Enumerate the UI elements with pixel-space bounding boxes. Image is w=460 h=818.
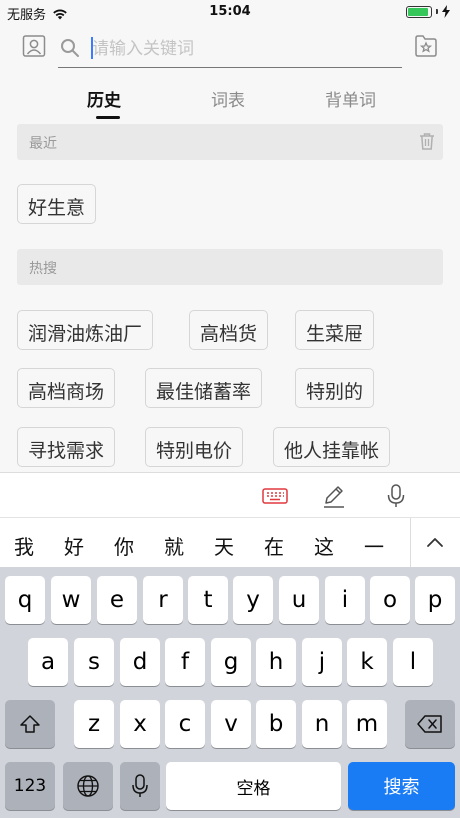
key-o[interactable]: o <box>370 576 410 624</box>
recent-chip[interactable]: 好生意 <box>17 184 97 224</box>
key-y[interactable]: y <box>233 576 273 624</box>
candidate-word[interactable]: 天 <box>214 531 234 560</box>
chevron-up-icon[interactable] <box>424 532 446 554</box>
key-f[interactable]: f <box>165 638 205 686</box>
search-box[interactable] <box>58 32 402 68</box>
candidate-bar: 我 好 你 就 天 在 这 一 <box>0 517 460 568</box>
tab-wordlist[interactable]: 词表 <box>211 86 245 111</box>
key-v[interactable]: v <box>211 700 251 748</box>
tab-active-indicator <box>96 116 120 119</box>
key-u[interactable]: u <box>279 576 319 624</box>
candidate-word[interactable]: 在 <box>264 531 284 560</box>
key-d[interactable]: d <box>120 638 160 686</box>
key-p[interactable]: p <box>415 576 455 624</box>
charging-icon <box>442 5 450 18</box>
hot-title: 热搜 <box>29 261 57 277</box>
hot-chip[interactable]: 最佳储蓄率 <box>145 368 263 408</box>
hot-chip[interactable]: 高档货 <box>189 310 269 350</box>
hot-section-header: 热搜 <box>17 249 443 285</box>
battery-icon <box>406 5 432 18</box>
key-i[interactable]: i <box>325 576 365 624</box>
key-m[interactable]: m <box>347 700 387 748</box>
search-icon <box>61 39 79 57</box>
candidate-word[interactable]: 这 <box>314 531 334 560</box>
shift-icon <box>20 715 40 733</box>
hot-chip[interactable]: 生菜屉 <box>295 310 375 350</box>
search-key[interactable]: 搜索 <box>348 762 455 810</box>
key-t[interactable]: t <box>188 576 228 624</box>
keyboard-icon[interactable] <box>262 483 288 509</box>
key-g[interactable]: g <box>211 638 251 686</box>
backspace-icon <box>417 715 442 733</box>
candidate-word[interactable]: 我 <box>14 531 34 560</box>
candidate-word[interactable]: 一 <box>364 531 384 560</box>
tab-history[interactable]: 历史 <box>87 86 121 111</box>
contact-card-icon[interactable] <box>22 34 46 58</box>
status-right <box>406 5 450 18</box>
status-bar: 无服务 15:04 <box>0 0 460 24</box>
key-q[interactable]: q <box>5 576 45 624</box>
microphone-icon <box>132 774 148 797</box>
key-h[interactable]: h <box>256 638 296 686</box>
key-k[interactable]: k <box>347 638 387 686</box>
battery-fill <box>408 7 428 16</box>
key-s[interactable]: s <box>74 638 114 686</box>
globe-icon <box>77 775 99 797</box>
battery-tip <box>436 9 438 14</box>
trash-icon[interactable] <box>419 132 435 150</box>
hot-chip[interactable]: 润滑油炼油厂 <box>17 310 154 350</box>
key-w[interactable]: w <box>51 576 91 624</box>
key-z[interactable]: z <box>74 700 114 748</box>
globe-key[interactable] <box>63 762 113 810</box>
shift-key[interactable] <box>5 700 55 748</box>
tab-bar: 历史 词表 背单词 <box>0 82 460 122</box>
key-n[interactable]: n <box>302 700 342 748</box>
key-x[interactable]: x <box>120 700 160 748</box>
space-key[interactable]: 空格 <box>166 762 341 810</box>
tab-vocab[interactable]: 背单词 <box>325 86 376 111</box>
hot-chip[interactable]: 寻找需求 <box>17 427 116 467</box>
search-input[interactable] <box>92 36 392 62</box>
hot-chip[interactable]: 他人挂靠帐 <box>273 427 391 467</box>
key-j[interactable]: j <box>302 638 342 686</box>
delete-key[interactable] <box>405 700 455 748</box>
key-a[interactable]: a <box>28 638 68 686</box>
recent-section-header: 最近 <box>17 124 443 160</box>
key-c[interactable]: c <box>165 700 205 748</box>
candidate-word[interactable]: 好 <box>64 531 84 560</box>
pencil-icon[interactable] <box>321 483 347 509</box>
hot-chip[interactable]: 特别的 <box>295 368 375 408</box>
key-l[interactable]: l <box>393 638 433 686</box>
microphone-icon[interactable] <box>383 483 409 509</box>
dictation-key[interactable] <box>120 762 160 810</box>
candidate-word[interactable]: 就 <box>164 531 184 560</box>
keyboard-toolbar <box>0 472 460 517</box>
key-b[interactable]: b <box>256 700 296 748</box>
hot-chip[interactable]: 特别电价 <box>145 427 244 467</box>
candidate-divider <box>410 518 411 568</box>
text-caret <box>91 37 93 59</box>
status-time: 15:04 <box>209 4 251 19</box>
key-e[interactable]: e <box>97 576 137 624</box>
keyboard: q w e r t y u i o p a s d f g h j k l z … <box>0 567 460 818</box>
recent-title: 最近 <box>29 136 57 152</box>
key-r[interactable]: r <box>143 576 183 624</box>
numbers-key[interactable]: 123 <box>5 762 55 810</box>
candidate-word[interactable]: 你 <box>114 531 134 560</box>
favorites-icon[interactable] <box>414 34 438 58</box>
hot-chip[interactable]: 高档商场 <box>17 368 116 408</box>
search-header <box>0 24 460 72</box>
